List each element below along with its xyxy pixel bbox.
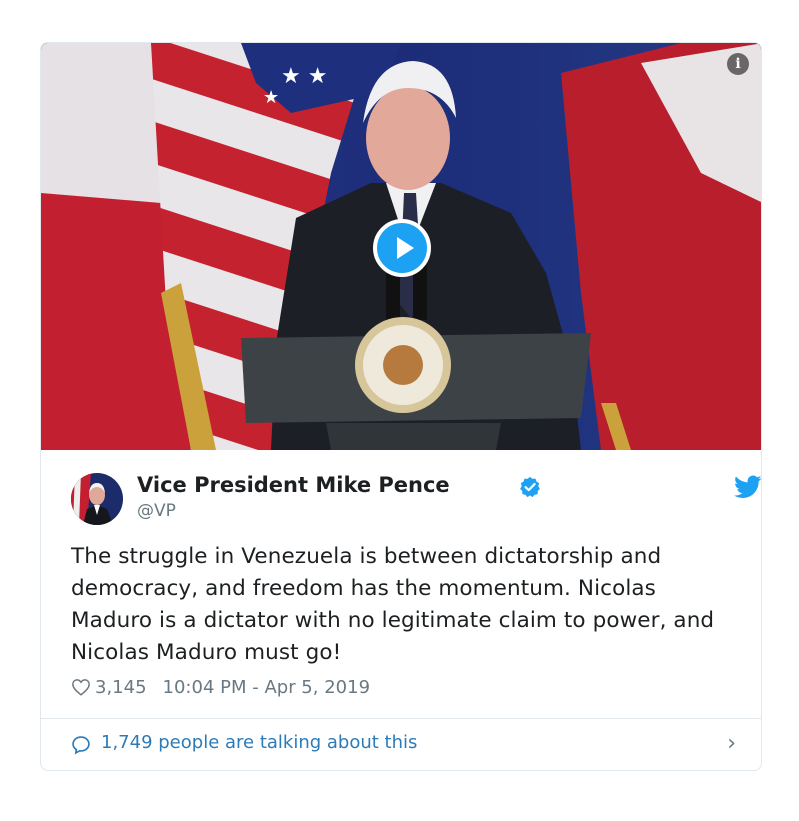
conversation-text[interactable]: 1,749 people are talking about this <box>101 732 417 753</box>
verified-badge-icon <box>520 476 540 498</box>
divider <box>41 718 761 719</box>
video-media[interactable]: ★ ★ ★ i <box>41 43 761 450</box>
author-handle[interactable]: @VP <box>137 501 176 521</box>
svg-text:★ ★: ★ ★ <box>281 64 327 89</box>
heart-icon[interactable] <box>71 678 91 696</box>
tweet-text: The struggle in Venezuela is between dic… <box>71 544 715 665</box>
avatar[interactable] <box>71 473 123 525</box>
like-count[interactable]: 3,145 <box>95 677 147 698</box>
chevron-right-icon[interactable]: › <box>727 732 736 756</box>
avatar-image <box>71 473 123 525</box>
twitter-bird-icon[interactable] <box>734 475 762 499</box>
svg-text:★: ★ <box>263 87 279 108</box>
tweet-card: ★ ★ ★ i Vice President Mike Pence @VP Th… <box>40 42 762 771</box>
author-name[interactable]: Vice President Mike Pence <box>137 473 450 497</box>
tweet-meta: 3,145 10:04 PM - Apr 5, 2019 <box>71 677 370 698</box>
info-icon[interactable]: i <box>727 53 749 75</box>
conversation-link[interactable]: 1,749 people are talking about this › <box>71 732 736 758</box>
timestamp[interactable]: 10:04 PM - Apr 5, 2019 <box>163 677 370 698</box>
tweet-author[interactable]: Vice President Mike Pence @VP <box>71 473 761 525</box>
play-button[interactable] <box>373 219 431 277</box>
play-icon <box>397 237 414 259</box>
reply-bubble-icon <box>72 736 90 755</box>
